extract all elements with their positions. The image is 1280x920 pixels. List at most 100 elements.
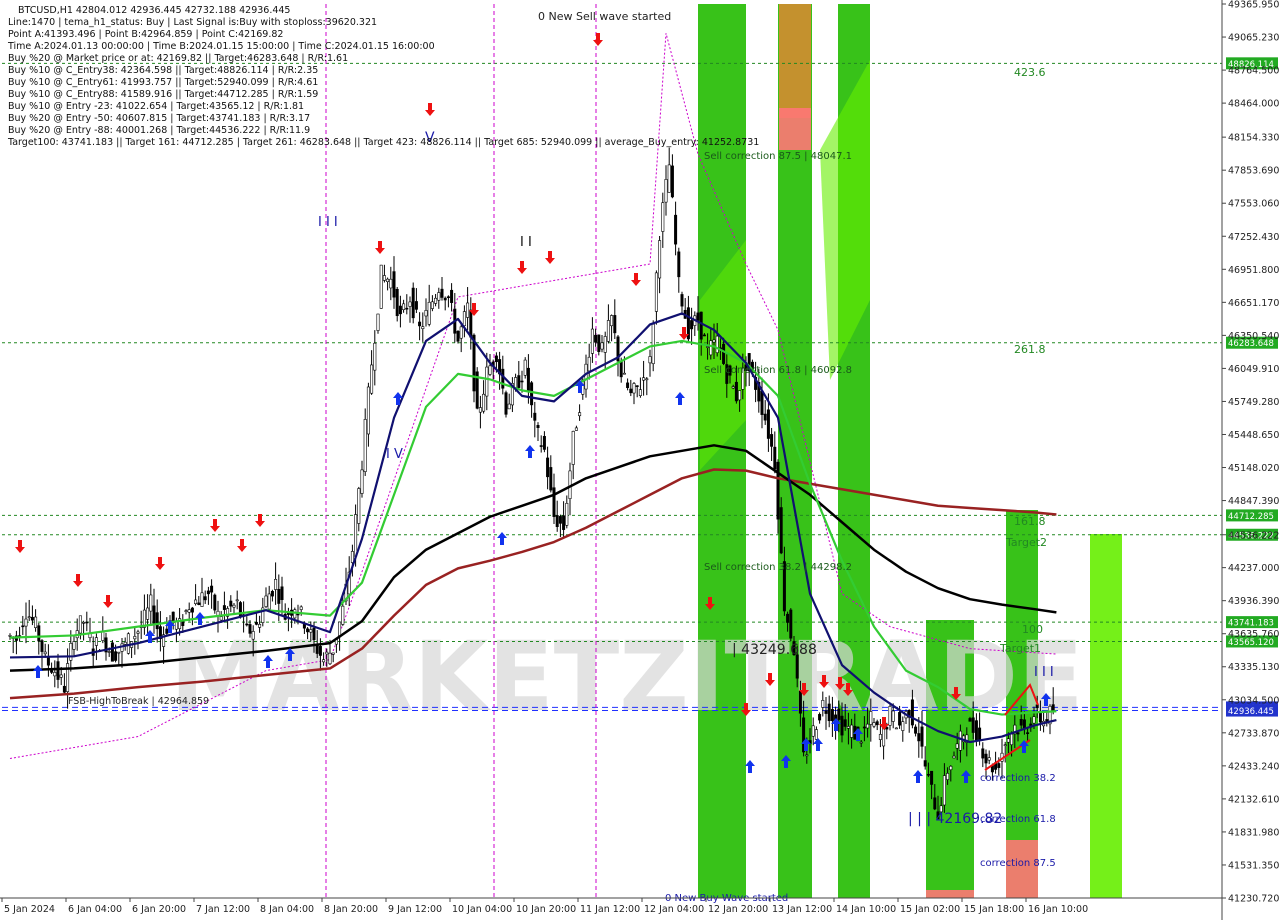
- candle-body: [712, 339, 716, 343]
- candle-body: [642, 377, 646, 381]
- candle-body: [830, 709, 834, 721]
- info-line-8: Buy %10 @ Entry -23: 41022.654 | Target:…: [8, 101, 304, 112]
- candle-body: [312, 627, 316, 641]
- wave-top-label: 0 New Sell wave started: [538, 10, 671, 23]
- candle-body: [325, 651, 329, 655]
- candle-body: [606, 320, 610, 342]
- candle-body: [504, 392, 508, 415]
- candle-body: [821, 700, 825, 708]
- candle-body: [411, 287, 415, 319]
- candle-body: [632, 383, 636, 394]
- candle-body: [456, 330, 460, 342]
- x-tick-label: 7 Jan 12:00: [196, 904, 250, 915]
- y-tick-label: 47853.690: [1228, 166, 1279, 177]
- candle-body: [690, 320, 694, 330]
- candle-body: [440, 288, 444, 298]
- wave-iii-b-label: I I I: [1034, 665, 1054, 680]
- level-100: 100: [1022, 623, 1043, 636]
- candle-body: [805, 754, 809, 757]
- candle-body: [862, 726, 866, 729]
- info-line-4: Buy %20 @ Market price or at: 42169.82 |…: [8, 53, 348, 64]
- candle-body: [366, 386, 370, 435]
- candle-body: [827, 703, 831, 722]
- info-line-6: Buy %10 @ C_Entry61: 41993.757 || Target…: [8, 77, 318, 88]
- candle-body: [437, 292, 441, 301]
- candle-body: [59, 674, 63, 678]
- candle-body: [82, 622, 86, 624]
- candle-body: [971, 717, 975, 733]
- zone-6: [926, 890, 974, 898]
- y-tick-label: 48764.500: [1228, 66, 1279, 77]
- candle-body: [578, 412, 582, 417]
- candle-body: [446, 296, 450, 299]
- sell-correction-875: Sell correction 87.5 | 48047.1: [704, 151, 852, 162]
- candle-body: [8, 635, 12, 637]
- candle-body: [626, 382, 630, 389]
- y-tick-label: 45148.020: [1228, 463, 1279, 474]
- candle-body: [917, 733, 921, 742]
- candle-body: [539, 445, 543, 447]
- candle-body: [117, 651, 121, 654]
- candle-body: [738, 390, 742, 401]
- candle-body: [978, 727, 982, 741]
- candle-body: [997, 763, 1001, 768]
- y-tick-label: 41531.350: [1228, 860, 1279, 871]
- candle-body: [133, 636, 137, 640]
- candle-body: [254, 621, 258, 625]
- candle-body: [571, 430, 575, 465]
- candle-body: [328, 652, 332, 665]
- candle-body: [894, 727, 898, 730]
- candle-body: [354, 514, 358, 557]
- x-tick-label: 8 Jan 04:00: [260, 904, 314, 915]
- candle-body: [203, 596, 207, 601]
- candle-body: [210, 585, 214, 593]
- y-tick-label: 42733.870: [1228, 728, 1279, 739]
- candle-body: [46, 657, 50, 666]
- fsb-label: FSB-HighToBreak | 42964.859: [68, 696, 209, 707]
- level-tag-7: 42936.445: [1228, 707, 1274, 717]
- candle-body: [219, 616, 223, 621]
- candle-body: [206, 590, 210, 595]
- candle-body: [370, 364, 374, 394]
- candle-body: [645, 378, 649, 381]
- candle-body: [773, 446, 777, 470]
- candle-body: [760, 391, 764, 415]
- level-2618: 261.8: [1014, 343, 1046, 356]
- y-tick-label: 47553.060: [1228, 199, 1279, 210]
- trading-chart[interactable]: MARKETZITRADE 48826.11446283.64844712.28…: [0, 0, 1280, 920]
- candle-body: [85, 621, 89, 624]
- candle-body: [245, 623, 249, 626]
- candle-body: [165, 628, 169, 634]
- candle-body: [520, 380, 524, 383]
- candle-body: [603, 336, 607, 353]
- y-tick-label: 49365.950: [1228, 0, 1279, 11]
- candle-body: [542, 436, 546, 450]
- candle-body: [984, 753, 988, 764]
- y-tick-label: 46951.800: [1228, 265, 1279, 276]
- candle-body: [363, 419, 367, 472]
- y-tick-label: 47252.430: [1228, 232, 1279, 243]
- candle-body: [443, 297, 447, 301]
- candle-body: [376, 313, 380, 331]
- candle-body: [565, 502, 569, 526]
- x-tick-label: 10 Jan 20:00: [516, 904, 576, 915]
- candle-body: [699, 311, 703, 340]
- candle-body: [949, 765, 953, 771]
- candle-body: [667, 164, 671, 193]
- y-tick-label: 42132.610: [1228, 794, 1279, 805]
- candle-body: [555, 515, 559, 527]
- candle-body: [869, 711, 873, 725]
- x-tick-label: 12 Jan 20:00: [708, 904, 768, 915]
- candle-body: [824, 710, 828, 714]
- candle-body: [789, 609, 793, 639]
- candle-body: [878, 734, 882, 740]
- candle-body: [373, 342, 377, 371]
- y-tick-label: 46651.170: [1228, 298, 1279, 309]
- zone-9: [1090, 534, 1122, 898]
- candle-body: [763, 413, 767, 421]
- candle-body: [866, 723, 870, 729]
- info-line-11: Target100: 43741.183 || Target 161: 4471…: [7, 137, 759, 148]
- candle-body: [664, 179, 668, 203]
- candle-body: [174, 621, 178, 630]
- candle-body: [459, 326, 463, 339]
